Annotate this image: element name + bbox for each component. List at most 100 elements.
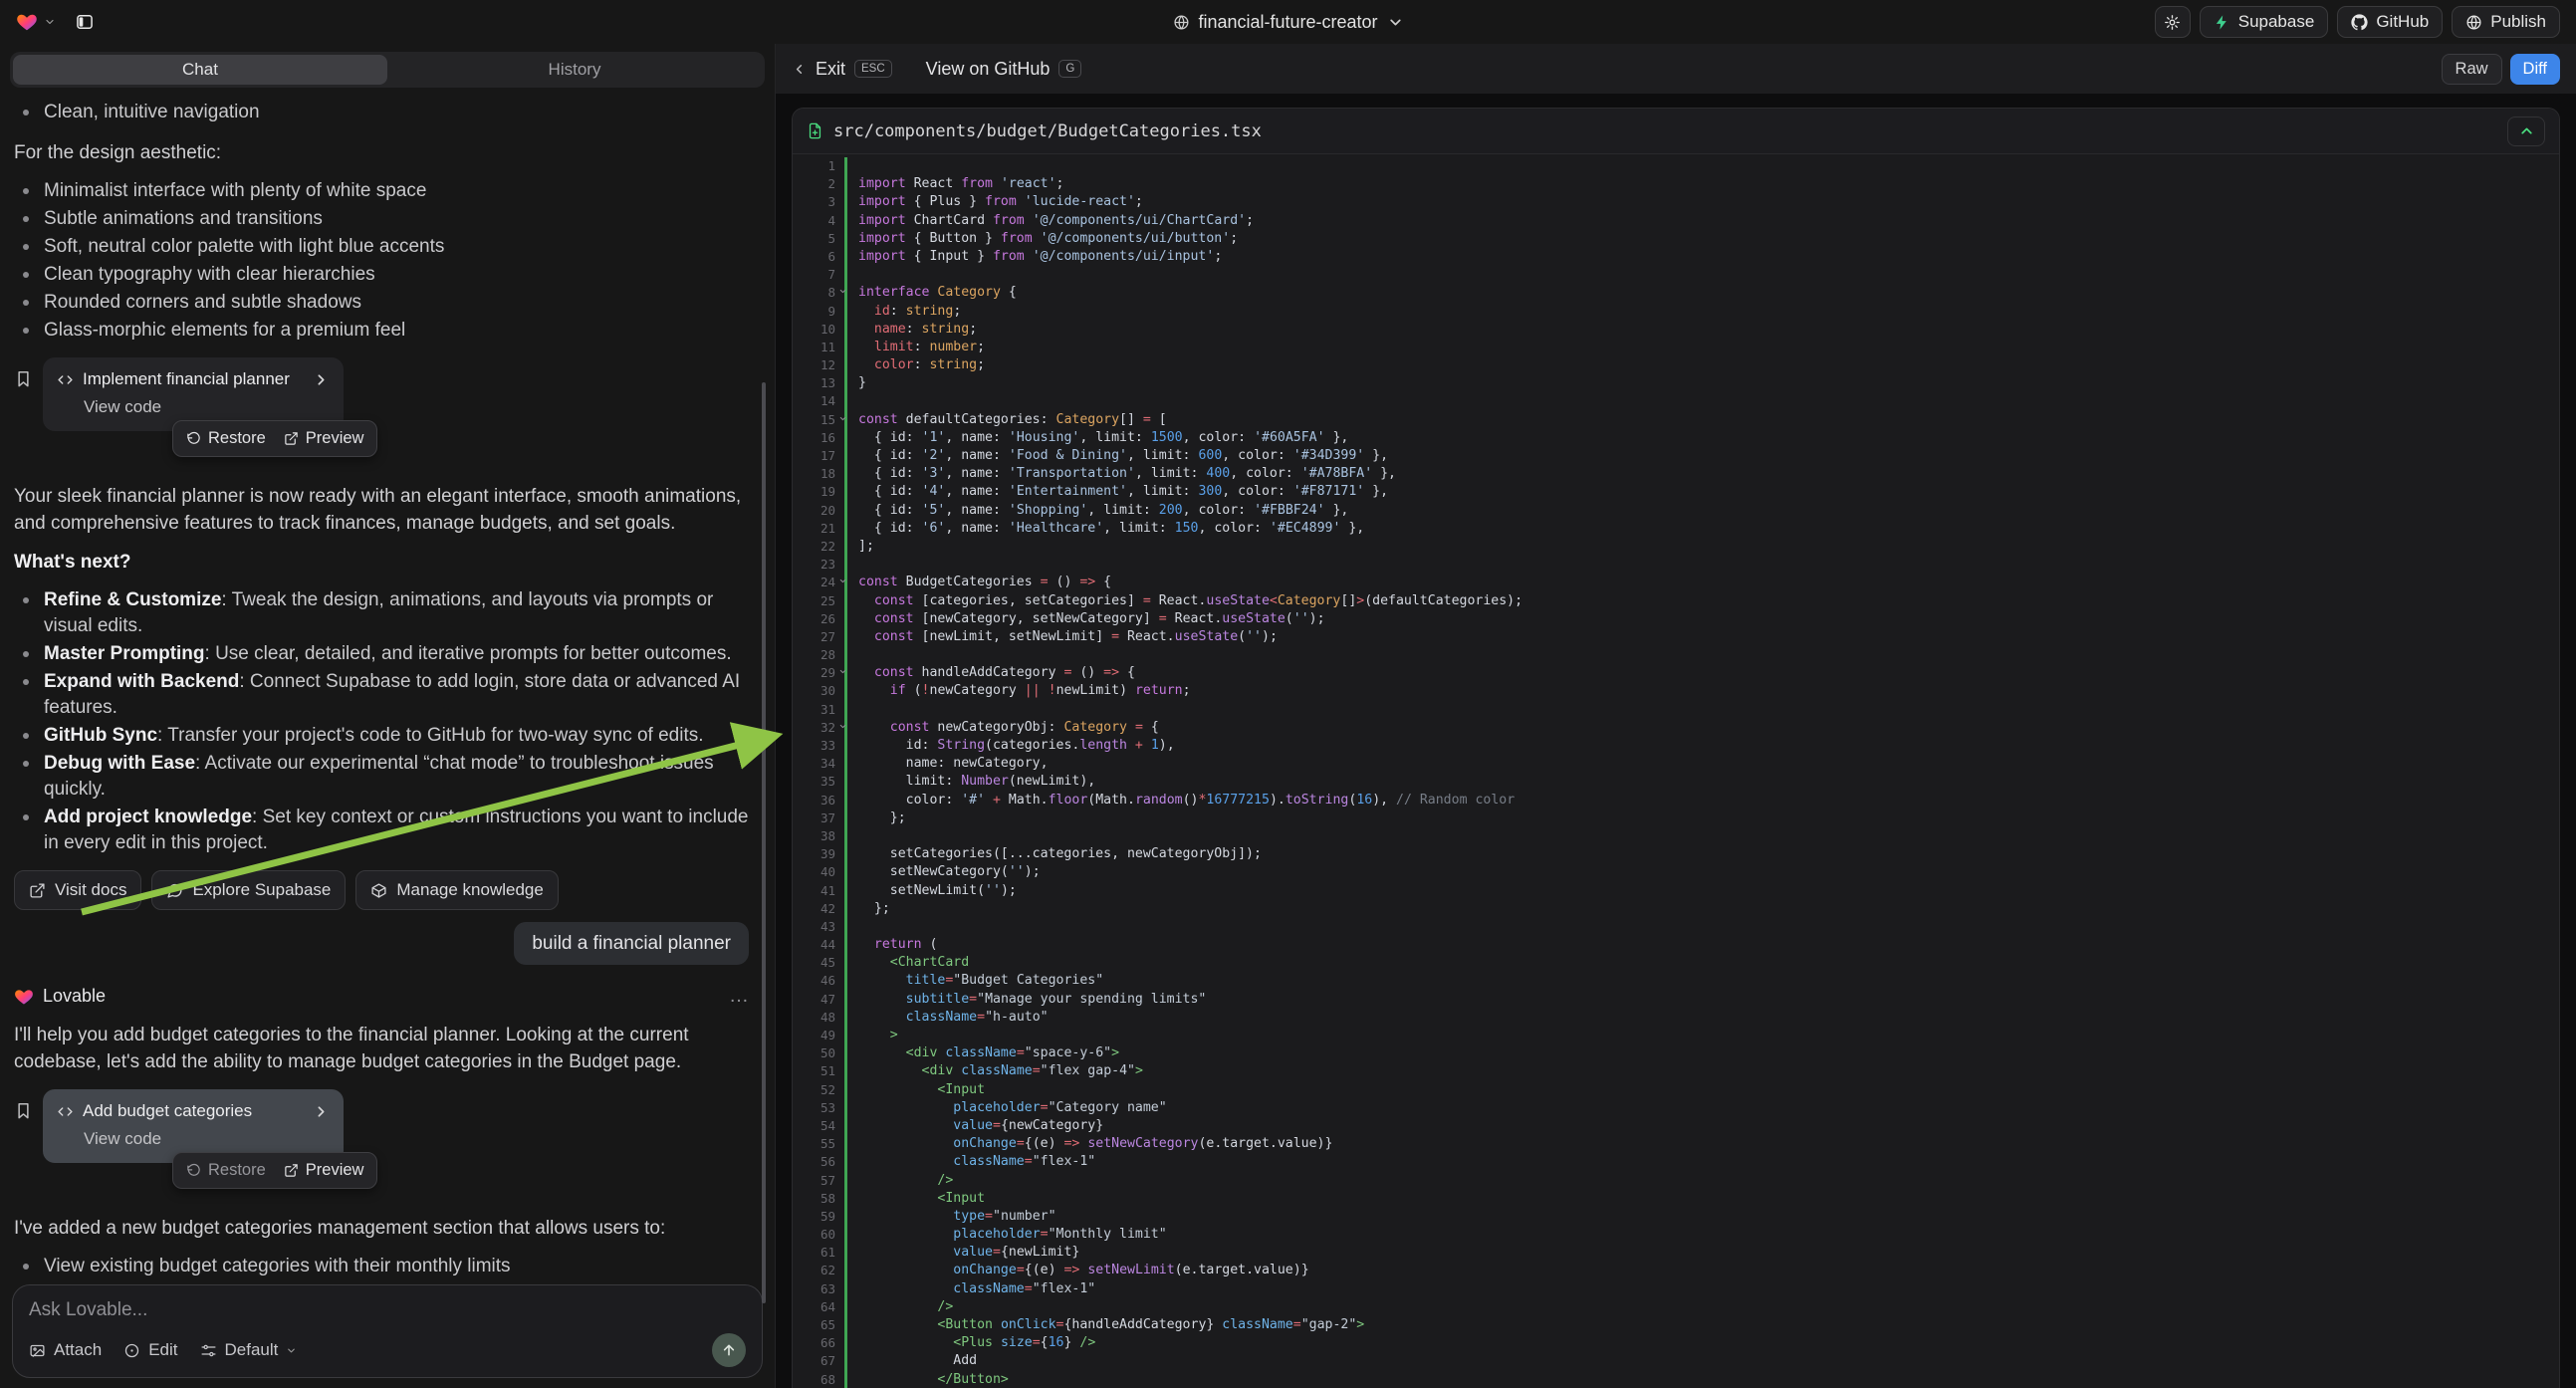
code-text: name: string; — [847, 321, 977, 339]
code-line: 9 id: string; — [793, 303, 2559, 321]
publish-button[interactable]: Publish — [2452, 6, 2560, 38]
line-number: 65 — [793, 1316, 844, 1334]
line-number: 25 — [793, 592, 844, 610]
code-editor[interactable]: 12import React from 'react';3import { Pl… — [793, 154, 2559, 1388]
tab-history[interactable]: History — [387, 55, 762, 85]
tab-chat[interactable]: Chat — [13, 55, 387, 85]
chip-explore-supabase[interactable]: Explore Supabase — [151, 870, 346, 910]
version-card[interactable]: Add budget categoriesView codeRestorePre… — [43, 1089, 344, 1163]
code-text: color: string; — [847, 356, 985, 374]
lovable-logo-menu[interactable] — [16, 11, 56, 33]
file-header[interactable]: src/components/budget/BudgetCategories.t… — [793, 109, 2559, 154]
code-text: onChange={(e) => setNewCategory(e.target… — [847, 1135, 1332, 1153]
chat-panel: Chat History Clean, intuitive navigation… — [0, 44, 776, 1388]
version-card-title-row[interactable]: Add budget categories — [57, 1101, 330, 1121]
list-item: Expand with Backend: Connect Supabase to… — [14, 669, 761, 721]
chat-composer[interactable]: Ask Lovable... Attach Edit — [12, 1284, 763, 1378]
code-line: 55 onChange={(e) => setNewCategory(e.tar… — [793, 1135, 2559, 1153]
bookmark-icon[interactable] — [14, 369, 33, 388]
code-text: className="flex-1" — [847, 1280, 1095, 1298]
view-code-link[interactable]: View code — [84, 397, 330, 417]
code-text — [847, 918, 858, 936]
bookmark-icon[interactable] — [14, 1101, 33, 1120]
code-line: 64 /> — [793, 1298, 2559, 1316]
attach-label: Attach — [54, 1340, 102, 1360]
preview-button[interactable]: Preview — [284, 1161, 364, 1180]
list-item: Soft, neutral color palette with light b… — [14, 234, 761, 260]
model-mode-selector[interactable]: Default — [200, 1340, 298, 1360]
line-number: 7 — [793, 266, 844, 284]
fold-chevron-icon[interactable] — [838, 722, 847, 731]
code-text: type="number" — [847, 1208, 1056, 1226]
list-item: Minimalist interface with plenty of whit… — [14, 178, 761, 204]
code-text: value={newLimit} — [847, 1244, 1079, 1262]
exit-label: Exit — [816, 59, 845, 80]
restore-button[interactable]: Restore — [186, 429, 266, 448]
chip-manage-knowledge[interactable]: Manage knowledge — [355, 870, 558, 910]
version-card-title: Add budget categories — [83, 1101, 304, 1121]
bullet-list: Minimalist interface with plenty of whit… — [14, 176, 761, 344]
code-text: className="h-auto" — [847, 1009, 1049, 1027]
fold-chevron-icon[interactable] — [838, 577, 847, 585]
code-text: const [categories, setCategories] = Reac… — [847, 592, 1522, 610]
version-card-title-row[interactable]: Implement financial planner — [57, 369, 330, 389]
chip-visit-docs[interactable]: Visit docs — [14, 870, 141, 910]
supabase-button[interactable]: Supabase — [2200, 6, 2329, 38]
version-card[interactable]: Implement financial plannerView codeRest… — [43, 357, 344, 431]
restore-button[interactable]: Restore — [186, 1161, 266, 1180]
collapse-file-button[interactable] — [2507, 116, 2545, 146]
code-text: title="Budget Categories" — [847, 972, 1103, 990]
code-text: { id: '1', name: 'Housing', limit: 1500,… — [847, 429, 1348, 447]
code-text: placeholder="Category name" — [847, 1099, 1167, 1117]
code-text: { id: '5', name: 'Shopping', limit: 200,… — [847, 502, 1348, 520]
preview-button[interactable]: Preview — [284, 429, 364, 448]
line-number: 48 — [793, 1009, 844, 1027]
github-button[interactable]: GitHub — [2337, 6, 2443, 38]
raw-toggle-button[interactable]: Raw — [2442, 54, 2502, 85]
line-number: 6 — [793, 248, 844, 266]
chevron-right-icon — [313, 1103, 330, 1120]
section-heading: What's next? — [14, 549, 761, 576]
code-text: value={newCategory} — [847, 1117, 1103, 1135]
fold-chevron-icon[interactable] — [838, 287, 847, 296]
line-number: 16 — [793, 429, 844, 447]
fold-chevron-icon[interactable] — [838, 667, 847, 676]
code-line: 15const defaultCategories: Category[] = … — [793, 411, 2559, 429]
line-number: 27 — [793, 628, 844, 646]
code-text: setCategories([...categories, newCategor… — [847, 845, 1262, 863]
assistant-paragraph: I've added a new budget categories manag… — [14, 1215, 761, 1242]
send-button[interactable] — [712, 1333, 746, 1367]
sidebar-toggle-button[interactable] — [70, 7, 100, 37]
fold-chevron-icon[interactable] — [838, 414, 847, 423]
code-line: 53 placeholder="Category name" — [793, 1099, 2559, 1117]
edit-mode-button[interactable]: Edit — [123, 1340, 177, 1360]
view-code-link[interactable]: View code — [84, 1129, 330, 1149]
code-line: 12 color: string; — [793, 356, 2559, 374]
settings-button[interactable] — [2155, 6, 2191, 38]
attach-button[interactable]: Attach — [29, 1340, 102, 1360]
code-text: > — [847, 1027, 898, 1044]
code-line: 13} — [793, 374, 2559, 392]
chat-scrollbar[interactable] — [762, 382, 766, 1303]
code-line: 1 — [793, 157, 2559, 175]
line-number: 22 — [793, 538, 844, 556]
code-text: { id: '6', name: 'Healthcare', limit: 15… — [847, 520, 1364, 538]
code-content: src/components/budget/BudgetCategories.t… — [776, 94, 2576, 1388]
line-number: 2 — [793, 175, 844, 193]
code-text: <Plus size={16} /> — [847, 1334, 1095, 1352]
view-on-github-button[interactable]: View on GitHub G — [926, 59, 1082, 80]
exit-button[interactable]: Exit ESC — [792, 59, 892, 80]
code-line: 22]; — [793, 538, 2559, 556]
project-name: financial-future-creator — [1198, 12, 1377, 33]
chat-input[interactable]: Ask Lovable... — [29, 1299, 746, 1321]
message-menu-ellipsis-icon[interactable]: … — [729, 985, 751, 1008]
code-text: ]; — [847, 538, 874, 556]
line-number: 46 — [793, 972, 844, 990]
code-line: 20 { id: '5', name: 'Shopping', limit: 2… — [793, 502, 2559, 520]
code-line: 19 { id: '4', name: 'Entertainment', lim… — [793, 483, 2559, 501]
diff-toggle-button[interactable]: Diff — [2510, 54, 2560, 85]
project-selector[interactable]: financial-future-creator — [1172, 0, 1403, 44]
bubble-icon — [166, 882, 183, 899]
code-text — [847, 556, 858, 574]
code-icon — [57, 1103, 74, 1120]
